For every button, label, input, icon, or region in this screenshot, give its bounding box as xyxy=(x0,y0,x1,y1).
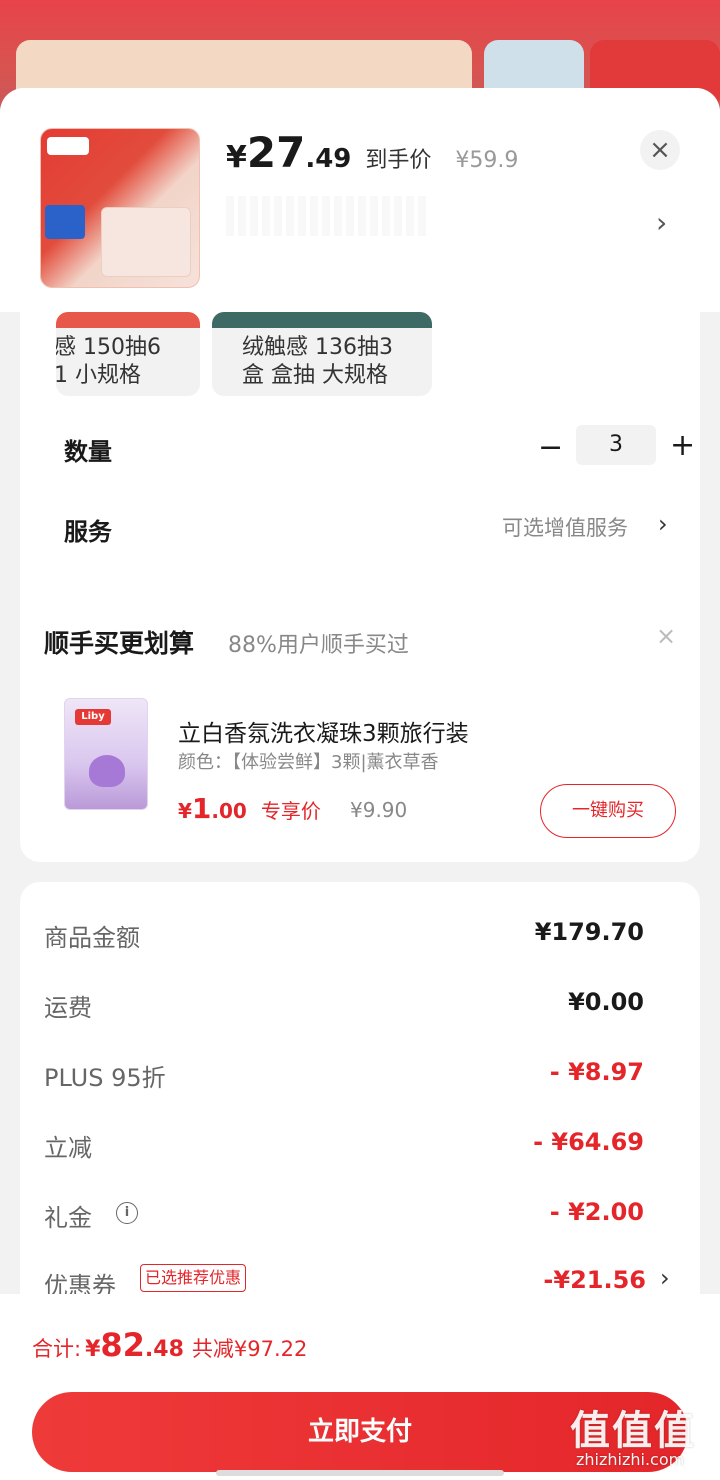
heart-pod-image xyxy=(89,755,125,787)
addon-title: 顺手买更划算 xyxy=(44,629,195,658)
addon-price-integer: 1 xyxy=(191,792,212,825)
spec-options-list: 感 150抽6 1 小规格 绒触感 136抽3 盒 盒抽 大规格 xyxy=(40,312,700,396)
coupon-tag: 已选推荐优惠 xyxy=(140,1264,247,1292)
purchase-sheet: 数量 − 3 + 服务 可选增值服务 › 感 150抽6 1 小规格 绒触感 1… xyxy=(0,88,720,1480)
total-integer: 82 xyxy=(100,1326,145,1364)
quantity-label: 数量 xyxy=(64,438,112,466)
total-row: 合计: ¥ 82 .48 共减¥97.22 xyxy=(32,1326,307,1364)
checkout-footer: 合计: ¥ 82 .48 共减¥97.22 立即支付 xyxy=(0,1294,720,1480)
addon-price-currency: ¥ xyxy=(178,799,192,823)
summary-label: 立减 xyxy=(44,1134,92,1162)
spec-image xyxy=(212,312,432,328)
spec-label-line2: 盒 盒抽 大规格 xyxy=(242,363,388,388)
chevron-right-icon[interactable]: › xyxy=(660,1264,670,1292)
price-currency: ¥ xyxy=(226,140,247,175)
product-header: ¥ 27 .49 到手价 ¥59.9 × › xyxy=(0,88,720,312)
spec-option[interactable]: 感 150抽6 1 小规格 xyxy=(56,312,200,396)
total-decimal: .48 xyxy=(144,1337,184,1362)
service-label: 服务 xyxy=(64,518,112,546)
summary-label: 礼金 xyxy=(44,1204,92,1232)
quantity-plus-button[interactable]: + xyxy=(670,428,695,463)
pay-now-button[interactable]: 立即支付 xyxy=(32,1392,688,1472)
tissue-pack-image xyxy=(101,207,191,277)
product-price: ¥ 27 .49 到手价 ¥59.9 xyxy=(226,128,518,178)
discount-badge-image xyxy=(45,205,85,239)
addon-price-label: 专享价 xyxy=(260,799,321,823)
chevron-right-icon[interactable]: › xyxy=(656,206,667,239)
brand-tag-image xyxy=(47,137,89,155)
liby-logo: Liby xyxy=(75,709,111,725)
addon-price: ¥ 1 .00 专享价 xyxy=(178,792,321,825)
summary-value: ¥179.70 xyxy=(534,918,644,946)
total-savings: 共减¥97.22 xyxy=(191,1337,308,1361)
spec-label-line1: 绒触感 136抽3 xyxy=(242,335,393,360)
info-icon[interactable]: i xyxy=(116,1202,138,1224)
chevron-right-icon[interactable]: › xyxy=(658,510,668,538)
spec-option[interactable]: 绒触感 136抽3 盒 盒抽 大规格 xyxy=(212,312,432,396)
addon-recommendation-card: 顺手买更划算 88%用户顺手买过 × Liby 立白香氛洗衣凝珠3颗旅行装 颜色… xyxy=(20,596,700,862)
close-icon: × xyxy=(649,135,671,165)
price-label: 到手价 xyxy=(365,148,432,173)
price-decimal: .49 xyxy=(305,144,352,174)
summary-value: - ¥2.00 xyxy=(549,1198,644,1226)
close-icon[interactable]: × xyxy=(656,622,676,650)
summary-label: 运费 xyxy=(44,994,92,1022)
one-click-buy-button[interactable]: 一键购买 xyxy=(540,784,676,838)
price-integer: 27 xyxy=(246,128,306,177)
addon-product-name[interactable]: 立白香氛洗衣凝珠3颗旅行装 xyxy=(178,714,469,748)
quantity-input[interactable]: 3 xyxy=(576,425,656,465)
addon-product-attr: 颜色：【体验尝鲜】3颗|薰衣草香 xyxy=(178,752,439,773)
home-indicator xyxy=(216,1470,504,1476)
close-button[interactable]: × xyxy=(640,130,680,170)
addon-original-price: ¥9.90 xyxy=(350,798,408,822)
spec-label-line2: 1 小规格 xyxy=(56,363,141,388)
addon-product-image[interactable]: Liby xyxy=(64,698,148,810)
addon-subtitle: 88%用户顺手买过 xyxy=(228,633,409,658)
spec-label-line1: 感 150抽6 xyxy=(56,335,161,360)
total-label: 合计: xyxy=(32,1337,82,1361)
total-currency: ¥ xyxy=(85,1337,101,1362)
service-link[interactable]: 可选增值服务 xyxy=(502,512,628,542)
scrolled-text-ghost xyxy=(226,196,426,236)
product-thumbnail[interactable] xyxy=(40,128,200,288)
summary-value: - ¥8.97 xyxy=(549,1058,644,1086)
addon-price-decimal: .00 xyxy=(211,799,247,823)
summary-label: PLUS 95折 xyxy=(44,1064,166,1092)
summary-value[interactable]: -¥21.56 xyxy=(543,1266,646,1294)
original-price: ¥59.9 xyxy=(455,148,519,173)
price-summary-card: 商品金额 ¥179.70 运费 ¥0.00 PLUS 95折 - ¥8.97 立… xyxy=(20,882,700,1312)
quantity-minus-button[interactable]: − xyxy=(538,430,563,465)
summary-label: 商品金额 xyxy=(44,924,140,952)
spec-image xyxy=(56,312,200,328)
summary-value: ¥0.00 xyxy=(568,988,644,1016)
summary-value: - ¥64.69 xyxy=(533,1128,644,1156)
